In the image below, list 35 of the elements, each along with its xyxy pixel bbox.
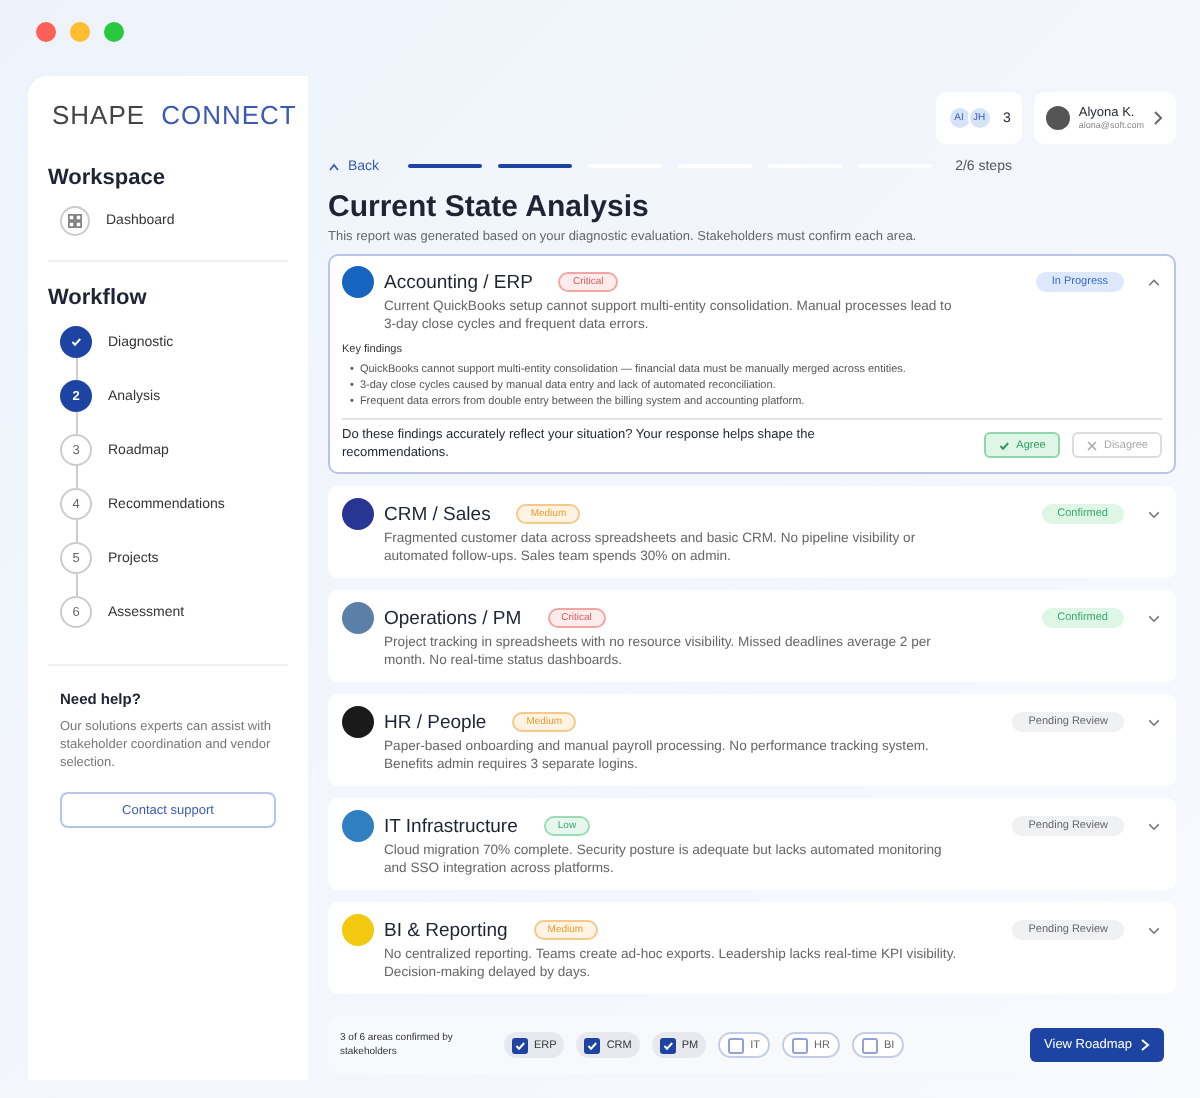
chevron-icon[interactable] bbox=[1146, 818, 1162, 834]
check-icon bbox=[661, 1039, 674, 1051]
grid-icon bbox=[60, 206, 90, 236]
check-icon bbox=[586, 1039, 599, 1051]
page-title: Current State Analysis bbox=[328, 190, 651, 224]
chevron-icon[interactable] bbox=[1146, 610, 1162, 626]
check-icon bbox=[998, 439, 1011, 451]
chevron-icon bbox=[1140, 1038, 1150, 1052]
area-title: Accounting / ERP bbox=[384, 271, 533, 293]
checkbox[interactable] bbox=[861, 1037, 878, 1053]
check-icon bbox=[70, 336, 82, 348]
chevron-icon bbox=[1152, 110, 1164, 126]
area-title: IT Infrastructure bbox=[384, 815, 518, 837]
area-title: Operations / PM bbox=[384, 607, 522, 629]
checkbox[interactable] bbox=[584, 1037, 601, 1053]
logo-text: CONNECT bbox=[161, 100, 297, 130]
section-heading: Workflow bbox=[48, 286, 149, 310]
checkbox[interactable] bbox=[512, 1037, 528, 1053]
checkbox[interactable] bbox=[659, 1037, 676, 1053]
check-icon bbox=[514, 1039, 526, 1051]
chevron-icon[interactable] bbox=[1146, 274, 1162, 290]
area-title: BI & Reporting bbox=[384, 919, 508, 941]
close-button[interactable] bbox=[36, 22, 56, 42]
area-title: HR / People bbox=[384, 711, 487, 733]
area-title: CRM / Sales bbox=[384, 503, 491, 525]
close-icon bbox=[1086, 439, 1098, 451]
chevron-icon bbox=[328, 161, 340, 171]
chevron-icon[interactable] bbox=[1146, 506, 1162, 522]
checkbox[interactable] bbox=[728, 1037, 745, 1053]
avatar bbox=[1046, 106, 1071, 130]
checkbox[interactable] bbox=[791, 1037, 808, 1053]
section-heading: Workspace bbox=[48, 166, 167, 190]
logo-text: SHAPE bbox=[52, 100, 146, 130]
chevron-icon[interactable] bbox=[1146, 714, 1162, 730]
chevron-icon[interactable] bbox=[1146, 922, 1162, 938]
